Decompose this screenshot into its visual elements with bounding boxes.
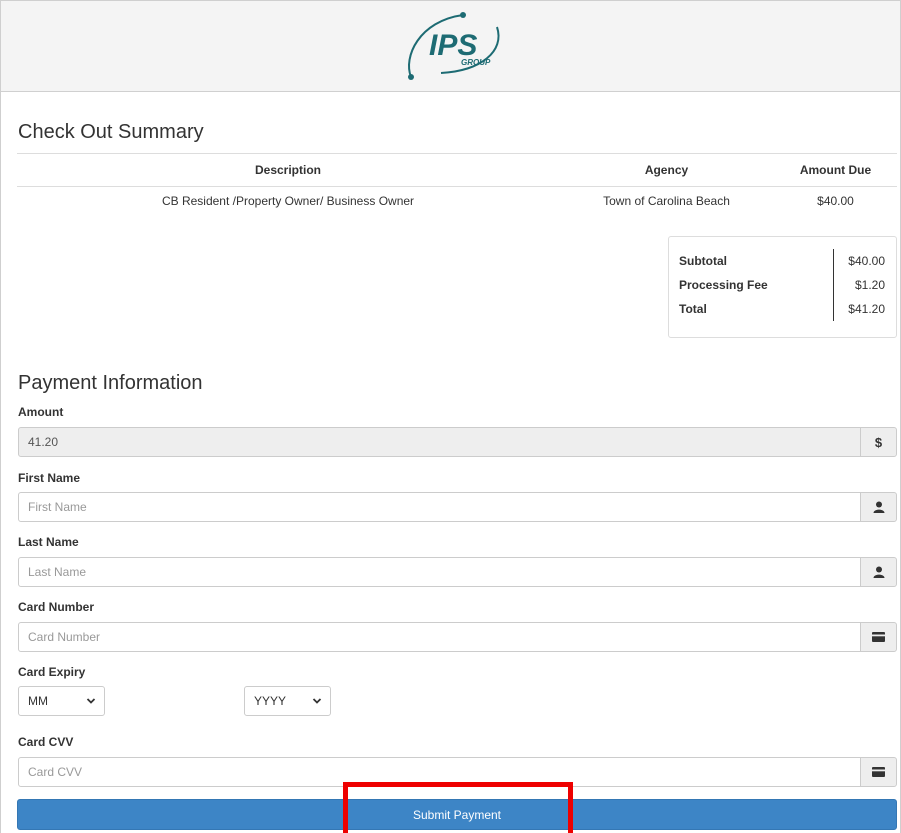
ips-group-logo: IPS GROUP xyxy=(408,12,500,80)
dollar-icon: $ xyxy=(860,427,897,457)
first-name-label: First Name xyxy=(18,471,81,485)
total-label: Total xyxy=(679,302,707,316)
first-name-input-group: First Name xyxy=(18,492,897,522)
user-icon xyxy=(860,557,897,587)
expiry-month-value: MM xyxy=(28,694,48,708)
last-name-input[interactable]: Last Name xyxy=(18,557,861,587)
summary-table: Description Agency Amount Due CB Residen… xyxy=(17,153,897,216)
card-cvv-input-group: Card CVV xyxy=(18,757,897,787)
card-number-label: Card Number xyxy=(18,600,95,614)
subtotal-label: Subtotal xyxy=(679,254,727,268)
expiry-year-select[interactable]: YYYY xyxy=(244,686,331,716)
column-header-description: Description xyxy=(17,153,559,187)
credit-card-icon xyxy=(860,622,897,652)
totals-table: Subtotal $40.00 Processing Fee $1.20 Tot… xyxy=(677,249,885,321)
table-row: CB Resident /Property Owner/ Business Ow… xyxy=(17,187,897,216)
summary-header-row: Description Agency Amount Due xyxy=(17,153,897,187)
expiry-month-select[interactable]: MM xyxy=(18,686,105,716)
card-cvv-input[interactable]: Card CVV xyxy=(18,757,861,787)
user-icon xyxy=(860,492,897,522)
amount-input-group: 41.20 $ xyxy=(18,427,897,457)
amount-field: 41.20 xyxy=(18,427,861,457)
processing-fee-value: $1.20 xyxy=(832,273,885,297)
totals-box: Subtotal $40.00 Processing Fee $1.20 Tot… xyxy=(668,236,897,338)
submit-payment-button[interactable]: Submit Payment xyxy=(17,799,897,830)
row-amount-due: $40.00 xyxy=(817,194,854,209)
last-name-input-group: Last Name xyxy=(18,557,897,587)
chevron-down-icon xyxy=(86,687,96,727)
amount-label: Amount xyxy=(18,405,64,419)
subtotal-value: $40.00 xyxy=(832,249,885,273)
credit-card-icon xyxy=(860,757,897,787)
processing-fee-row: Processing Fee $1.20 xyxy=(677,273,885,297)
total-value: $41.20 xyxy=(832,297,885,321)
svg-text:GROUP: GROUP xyxy=(461,58,491,67)
column-header-agency: Agency xyxy=(559,153,774,187)
summary-title: Check Out Summary xyxy=(18,121,204,143)
subtotal-row: Subtotal $40.00 xyxy=(677,249,885,273)
card-cvv-label: Card CVV xyxy=(18,735,74,749)
first-name-input[interactable]: First Name xyxy=(18,492,861,522)
chevron-down-icon xyxy=(312,687,322,727)
card-number-input-group: Card Number xyxy=(18,622,897,652)
row-agency: Town of Carolina Beach xyxy=(603,194,730,209)
expiry-year-value: YYYY xyxy=(254,694,287,708)
card-expiry-label: Card Expiry xyxy=(18,665,86,679)
payment-title: Payment Information xyxy=(18,372,203,394)
processing-fee-label: Processing Fee xyxy=(679,278,768,292)
card-number-input[interactable]: Card Number xyxy=(18,622,861,652)
column-header-amount-due: Amount Due xyxy=(774,153,897,187)
last-name-label: Last Name xyxy=(18,535,79,549)
row-description: CB Resident /Property Owner/ Business Ow… xyxy=(161,194,415,209)
page-header: IPS GROUP xyxy=(1,1,900,92)
total-row: Total $41.20 xyxy=(677,297,885,321)
